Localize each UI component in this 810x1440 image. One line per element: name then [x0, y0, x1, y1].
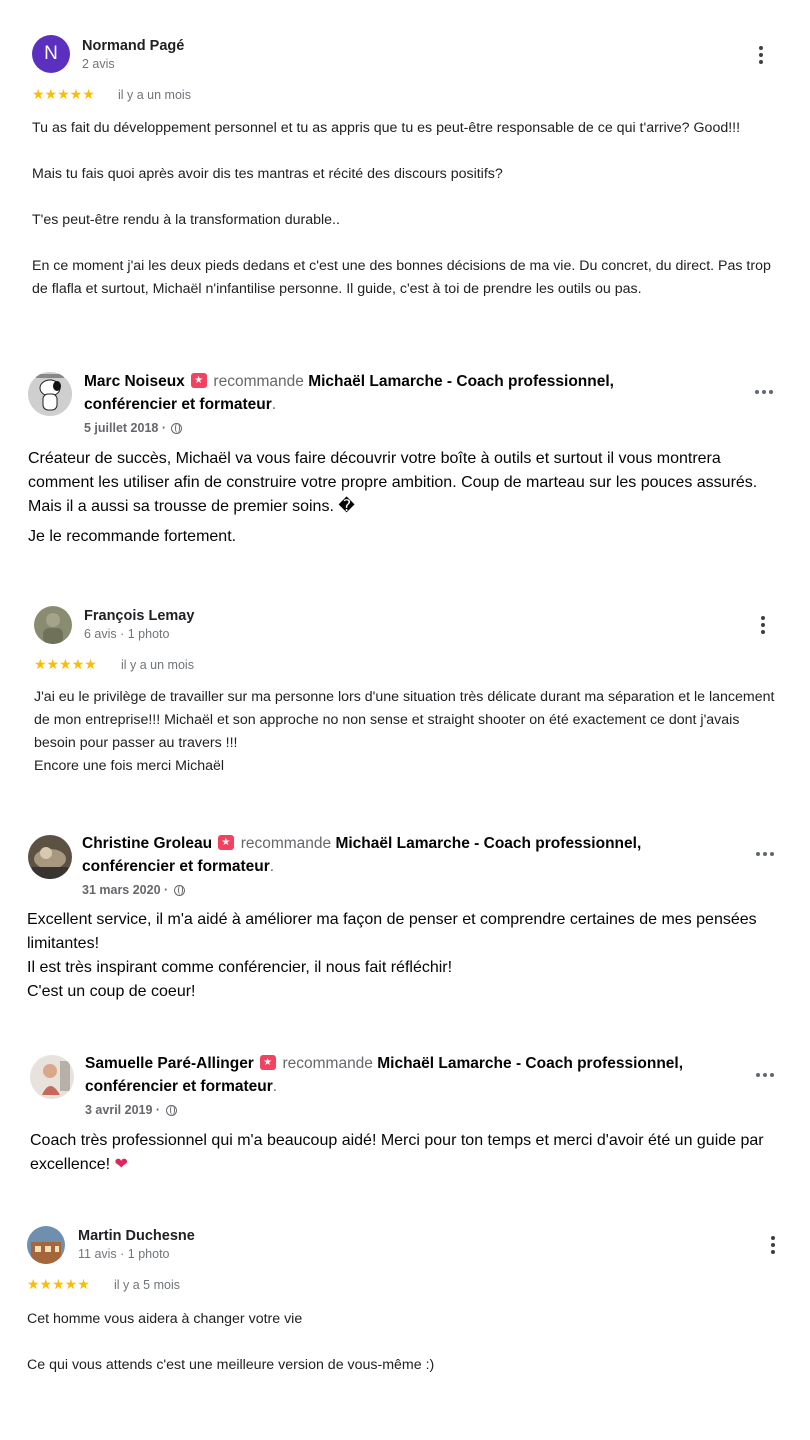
review-text: Cet homme vous aidera à changer votre vi… [27, 1308, 777, 1377]
review-paragraph: C'est un coup de coeur! [27, 983, 196, 1000]
review-paragraph: Ce qui vous attends c'est une meilleure … [27, 1357, 435, 1373]
avatar-image [27, 1226, 65, 1264]
star-rating: ★★★★★ [27, 1276, 90, 1292]
review-text: Excellent service, il m'a aidé à amélior… [27, 908, 787, 1004]
recommendation-star-icon [218, 835, 235, 850]
avatar-image [30, 1055, 74, 1099]
review-time: il y a un mois [121, 658, 194, 672]
avatar-image [34, 606, 72, 644]
reviewer-name[interactable]: Samuelle Paré-Allinger [85, 1055, 254, 1072]
review-paragraph: Je le recommande fortement. [28, 528, 237, 545]
avatar[interactable] [27, 1226, 65, 1264]
reviewer-name[interactable]: Christine Groleau [82, 835, 212, 852]
more-options-icon[interactable] [753, 1065, 783, 1085]
reviewer-name[interactable]: Martin Duchesne [78, 1228, 195, 1244]
review-text: Coach très professionnel qui m'a beaucou… [30, 1129, 780, 1177]
review-time: il y a 5 mois [114, 1278, 180, 1292]
review-paragraph: Excellent service, il m'a aidé à amélior… [27, 911, 757, 952]
review-date-text: 3 avril 2019 · [85, 1103, 161, 1117]
recommends-label: recommande [282, 1055, 373, 1072]
review-header: Samuelle Paré-Allinger recommande Michaë… [85, 1052, 735, 1098]
review-card: Marc Noiseux recommande Michaël Lamarche… [0, 0, 810, 600]
avatar-image [28, 835, 72, 879]
avatar-image [28, 372, 72, 416]
avatar[interactable] [30, 1055, 74, 1099]
more-options-icon[interactable] [753, 844, 783, 864]
review-paragraph: Coach très professionnel qui m'a beaucou… [30, 1129, 780, 1177]
heart-icon: ❤ [114, 1156, 128, 1173]
reviewer-meta: 11 avis · 1 photo [78, 1247, 170, 1261]
avatar[interactable] [34, 606, 72, 644]
review-header: Christine Groleau recommande Michaël Lam… [82, 832, 692, 878]
review-date[interactable]: 31 mars 2020 · [82, 883, 185, 897]
review-header: Marc Noiseux recommande Michaël Lamarche… [84, 370, 684, 416]
more-options-icon[interactable] [752, 382, 782, 402]
globe-icon [173, 885, 185, 896]
recommends-label: recommande [240, 835, 332, 852]
avatar[interactable] [28, 372, 72, 416]
reviewer-meta: 6 avis · 1 photo [84, 627, 170, 641]
review-date[interactable]: 5 juillet 2018 · [84, 421, 183, 435]
reviewer-name[interactable]: Marc Noiseux [84, 373, 185, 390]
globe-icon [171, 423, 183, 434]
review-paragraph: Encore une fois merci Michaël [34, 758, 225, 774]
review-paragraph: Cet homme vous aidera à changer votre vi… [27, 1311, 303, 1327]
avatar[interactable] [28, 835, 72, 879]
review-date[interactable]: 3 avril 2019 · [85, 1103, 177, 1117]
review-paragraph-text: Coach très professionnel qui m'a beaucou… [30, 1132, 764, 1173]
recommends-label: recommande [213, 373, 304, 390]
review-text: J'ai eu le privilège de travailler sur m… [34, 686, 784, 778]
recommendation-star-icon [191, 373, 208, 388]
star-rating: ★★★★★ [34, 656, 97, 672]
globe-icon [165, 1105, 177, 1116]
review-paragraph: Créateur de succès, Michaël va vous fair… [28, 450, 758, 515]
review-date-text: 31 mars 2020 · [82, 883, 169, 897]
reviewer-name[interactable]: François Lemay [84, 608, 194, 624]
review-paragraph: Il est très inspirant comme conférencier… [27, 959, 453, 976]
more-options-icon[interactable] [751, 613, 775, 637]
review-paragraph: J'ai eu le privilège de travailler sur m… [34, 689, 775, 751]
recommendation-star-icon [260, 1055, 277, 1070]
more-options-icon[interactable] [761, 1233, 785, 1257]
review-text: Créateur de succès, Michaël va vous fair… [28, 447, 788, 549]
review-date-text: 5 juillet 2018 · [84, 421, 166, 435]
